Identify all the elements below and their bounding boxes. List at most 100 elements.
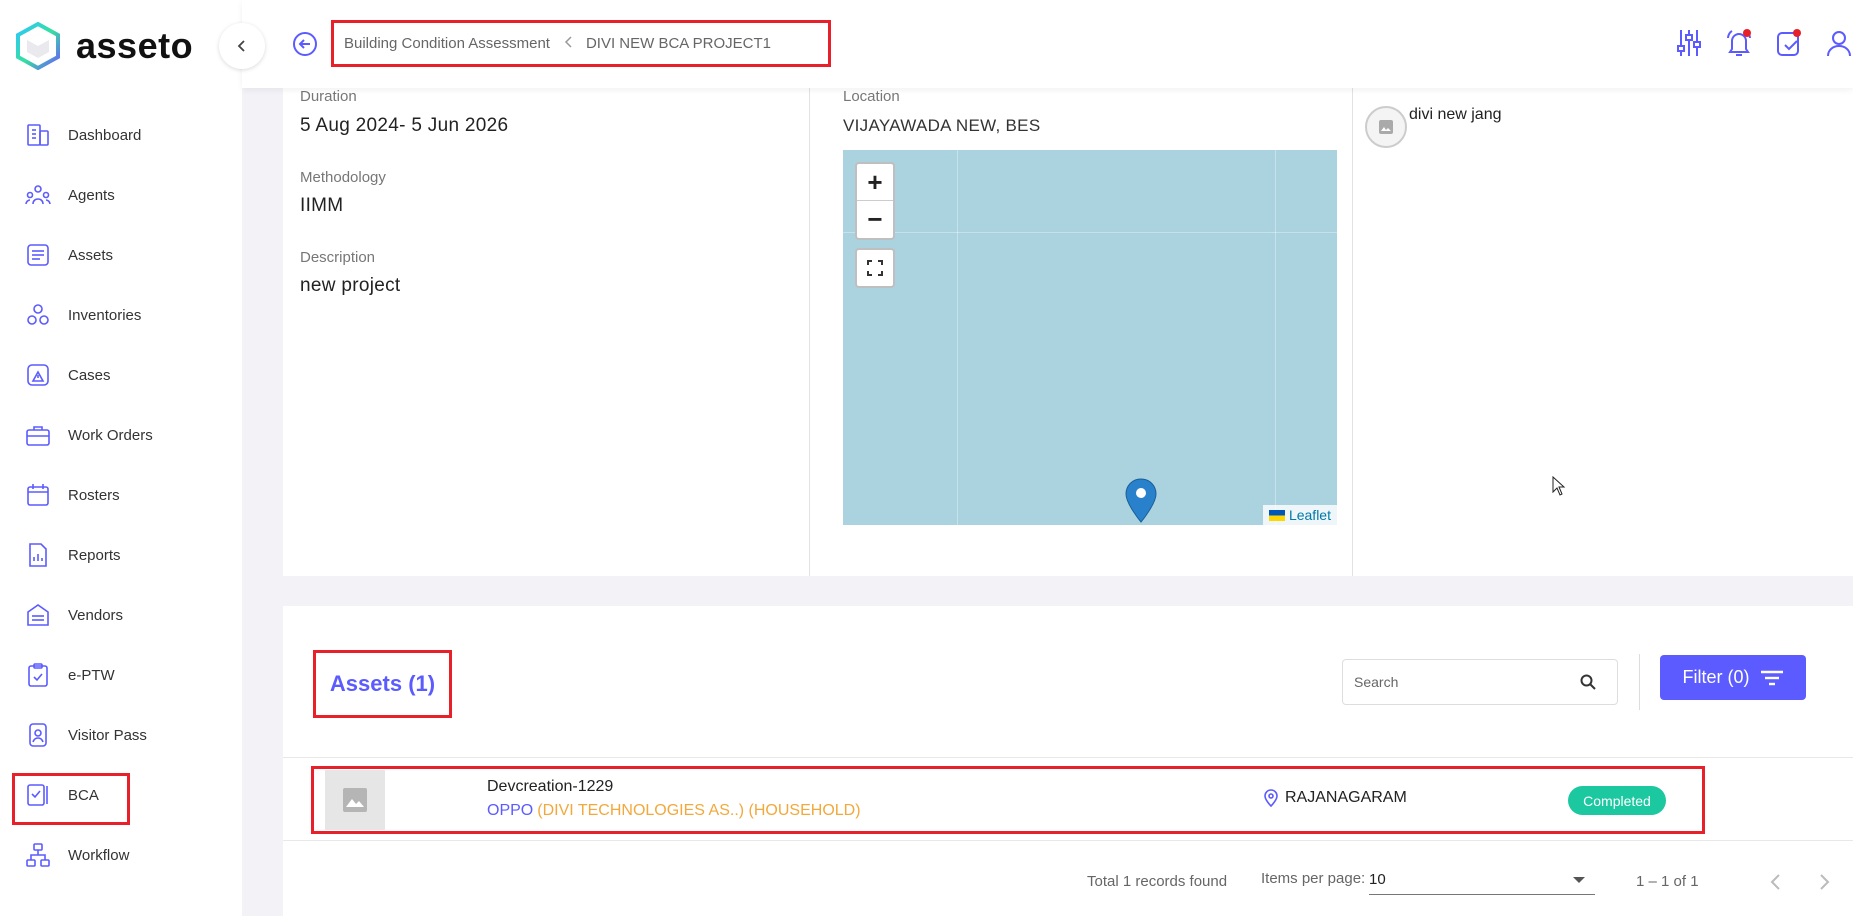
asset-thumbnail xyxy=(325,770,385,830)
back-arrow-icon[interactable] xyxy=(292,31,318,57)
sidebar-item-label: Reports xyxy=(68,546,121,564)
map-gridline xyxy=(843,232,1337,233)
settings-sliders-icon[interactable] xyxy=(1675,28,1703,58)
sidebar-item-dashboard[interactable]: Dashboard xyxy=(0,105,242,165)
sidebar-item-assets[interactable]: Assets xyxy=(0,225,242,285)
fullscreen-icon xyxy=(867,260,883,276)
sidebar-item-eptw[interactable]: e-PTW xyxy=(0,645,242,705)
location-label: Location xyxy=(843,88,900,105)
breadcrumb-current: DIVI NEW BCA PROJECT1 xyxy=(585,35,771,52)
project-details-card: Duration 5 Aug 2024- 5 Jun 2026 Methodol… xyxy=(283,88,1853,576)
filter-label: Filter (0) xyxy=(1682,667,1750,687)
top-actions xyxy=(1653,28,1853,58)
items-per-page-select[interactable]: 10 xyxy=(1369,867,1595,895)
sidebar-item-label: Work Orders xyxy=(68,426,153,444)
map-attribution[interactable]: Leaflet xyxy=(1262,505,1337,525)
sidebar-collapse-button[interactable] xyxy=(219,23,265,69)
image-placeholder-icon xyxy=(343,788,367,812)
map-zoom-control: + − xyxy=(855,162,895,240)
filter-icon xyxy=(1760,670,1783,685)
avatar xyxy=(1365,106,1407,148)
items-per-page-value: 10 xyxy=(1369,871,1386,888)
duration-value: 5 Aug 2024- 5 Jun 2026 xyxy=(300,115,509,136)
ukraine-flag-icon xyxy=(1268,509,1285,521)
agent-entry: divi new jang xyxy=(1365,106,1502,148)
notification-bell-icon[interactable] xyxy=(1725,28,1753,58)
rosters-icon xyxy=(24,481,52,509)
asset-org: (DIVI TECHNOLOGIES AS..) (HOUSEHOLD) xyxy=(537,802,861,819)
asset-subtitle: OPPO (DIVI TECHNOLOGIES AS..) (HOUSEHOLD) xyxy=(487,802,861,820)
sidebar-item-workflow[interactable]: Workflow xyxy=(0,825,242,885)
sidebar-item-reports[interactable]: Reports xyxy=(0,525,242,585)
items-per-page-label: Items per page: xyxy=(1261,870,1366,887)
asset-row-highlight xyxy=(311,766,1705,834)
agents-icon xyxy=(24,181,52,209)
caret-down-icon xyxy=(1573,877,1585,883)
sidebar-item-label: Rosters xyxy=(68,486,120,504)
top-bar: Building Condition Assessment DIVI NEW B… xyxy=(242,0,1853,88)
sidebar-item-label: Cases xyxy=(68,366,111,384)
task-dot xyxy=(1793,29,1801,37)
duration-label: Duration xyxy=(300,88,357,105)
asset-location-text: RAJANAGARAM xyxy=(1285,789,1407,806)
chevron-right-icon xyxy=(1820,874,1830,890)
assets-title-box: Assets (1) xyxy=(313,650,452,718)
asset-name[interactable]: Devcreation-1229 xyxy=(487,778,613,796)
work-orders-icon xyxy=(24,421,52,449)
zoom-out-button[interactable]: − xyxy=(857,201,893,238)
fullscreen-button[interactable] xyxy=(855,248,895,288)
asset-location: RAJANAGARAM xyxy=(1263,789,1407,807)
sidebar-item-visitor-pass[interactable]: Visitor Pass xyxy=(0,705,242,765)
sidebar-item-label: Visitor Pass xyxy=(68,726,147,744)
image-placeholder-icon xyxy=(1379,120,1393,134)
sidebar-item-inventories[interactable]: Inventories xyxy=(0,285,242,345)
previous-page-button[interactable] xyxy=(1760,867,1790,897)
chevron-left-icon xyxy=(237,40,245,52)
sidebar-item-label: Vendors xyxy=(68,606,124,624)
table-row[interactable]: Devcreation-1229 OPPO (DIVI TECHNOLOGIES … xyxy=(283,757,1853,841)
sidebar-item-bca[interactable]: BCA xyxy=(0,765,242,825)
zoom-in-button[interactable]: + xyxy=(857,164,893,201)
vendors-icon xyxy=(24,601,52,629)
chevron-left-icon xyxy=(1770,874,1780,890)
sidebar-item-agents[interactable]: Agents xyxy=(0,165,242,225)
attribution-text[interactable]: Leaflet xyxy=(1289,507,1331,523)
methodology-value: IIMM xyxy=(300,195,344,216)
agent-name: divi new jang xyxy=(1409,106,1502,123)
sidebar-item-label: BCA xyxy=(68,786,99,804)
reports-icon xyxy=(24,541,52,569)
sidebar-item-label: Workflow xyxy=(68,846,130,864)
dashboard-icon xyxy=(24,121,52,149)
sidebar-item-cases[interactable]: Cases xyxy=(0,345,242,405)
app-name: asseto xyxy=(76,25,194,66)
sidebar-item-rosters[interactable]: Rosters xyxy=(0,465,242,525)
breadcrumb: Building Condition Assessment DIVI NEW B… xyxy=(331,20,831,67)
search-icon[interactable] xyxy=(1579,673,1597,691)
search-input[interactable] xyxy=(1354,674,1564,690)
paginator: Total 1 records found Items per page: 10… xyxy=(283,856,1853,896)
chevron-left-icon xyxy=(564,35,574,52)
sidebar-item-work-orders[interactable]: Work Orders xyxy=(0,405,242,465)
sidebar-item-vendors[interactable]: Vendors xyxy=(0,585,242,645)
visitor-pass-icon xyxy=(24,721,52,749)
eptw-icon xyxy=(24,661,52,689)
inventories-icon xyxy=(24,301,52,329)
location-map[interactable]: + − Leaflet xyxy=(843,150,1337,525)
map-marker-icon[interactable] xyxy=(1123,477,1159,525)
user-profile-icon[interactable] xyxy=(1825,28,1853,58)
sidebar-nav: Dashboard Agents Assets Inventories Case… xyxy=(0,105,242,885)
breadcrumb-parent[interactable]: Building Condition Assessment xyxy=(344,35,550,52)
next-page-button[interactable] xyxy=(1810,867,1840,897)
task-check-icon[interactable] xyxy=(1775,28,1803,58)
app-logo[interactable]: asseto xyxy=(16,22,193,70)
sidebar-item-label: Agents xyxy=(68,186,115,204)
description-label: Description xyxy=(300,249,376,266)
status-badge: Completed xyxy=(1568,786,1666,815)
divider xyxy=(1639,654,1640,710)
sidebar-item-label: Inventories xyxy=(68,306,142,324)
filter-button[interactable]: Filter (0) xyxy=(1660,655,1806,700)
agent-column: divi new jang xyxy=(1353,88,1853,576)
assets-icon xyxy=(24,241,52,269)
location-column: Location VIJAYAWADA NEW, BES + − Leaflet xyxy=(810,88,1353,576)
sidebar-item-label: Assets xyxy=(68,246,114,264)
